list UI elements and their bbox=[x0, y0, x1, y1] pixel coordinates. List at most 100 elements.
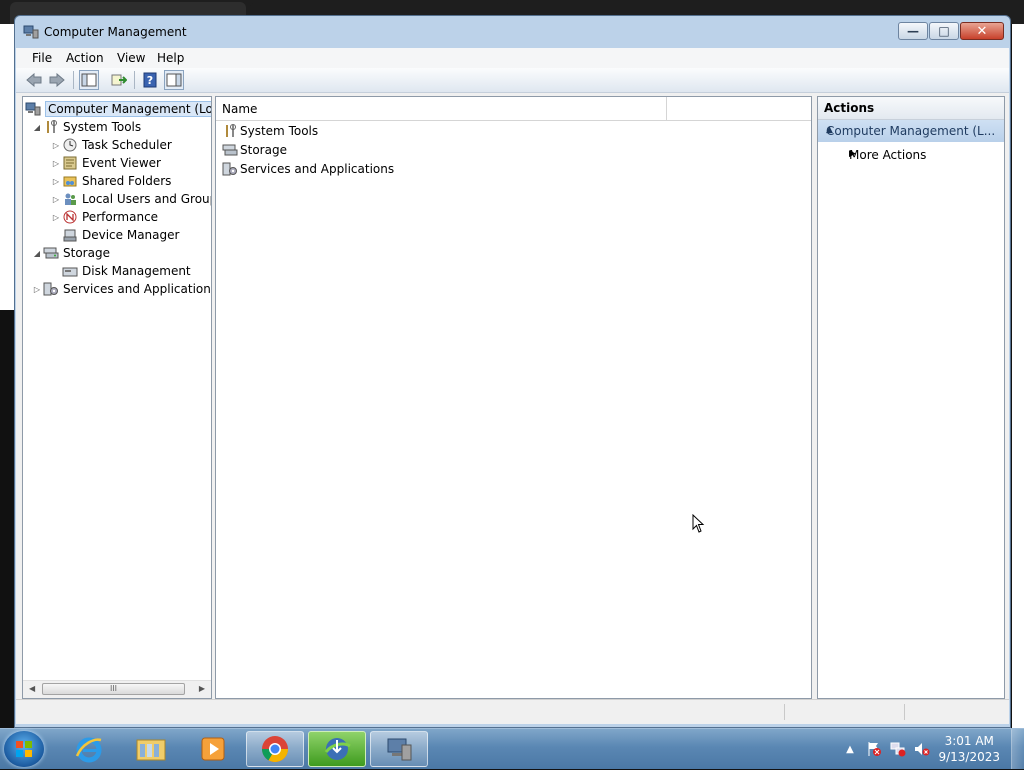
collapse-icon[interactable]: ◢ bbox=[31, 249, 43, 258]
svg-text:?: ? bbox=[147, 74, 153, 87]
status-bar bbox=[16, 699, 1009, 724]
column-divider[interactable] bbox=[666, 97, 667, 120]
expand-icon[interactable]: ▷ bbox=[50, 177, 62, 186]
taskbar-windows-explorer[interactable] bbox=[122, 731, 180, 767]
collapse-up-icon[interactable]: ▲ bbox=[826, 125, 998, 135]
menu-file[interactable]: File bbox=[32, 51, 52, 65]
help-button[interactable]: ? bbox=[140, 70, 160, 90]
download-manager-icon bbox=[324, 738, 351, 760]
menu-action[interactable]: Action bbox=[66, 51, 104, 65]
expand-icon[interactable]: ▷ bbox=[50, 195, 62, 204]
background-left-dark bbox=[0, 310, 14, 728]
forward-button[interactable] bbox=[47, 70, 67, 90]
start-button[interactable] bbox=[4, 731, 44, 767]
more-actions-item[interactable]: More Actions ▶ bbox=[818, 145, 1004, 165]
taskbar-media-player[interactable] bbox=[184, 731, 242, 767]
forward-arrow-icon bbox=[49, 73, 65, 87]
list-item-label: System Tools bbox=[240, 124, 319, 138]
tree-label: Shared Folders bbox=[82, 174, 172, 188]
folder-icon bbox=[136, 739, 166, 761]
tree-item-storage[interactable]: ◢ Storage bbox=[31, 244, 110, 262]
tree-item-disk-management[interactable]: Disk Management bbox=[50, 262, 191, 280]
tree-item-local-users-groups[interactable]: ▷ Local Users and Groups bbox=[50, 190, 211, 208]
show-desktop-button[interactable] bbox=[1011, 729, 1024, 769]
tree-label: Storage bbox=[63, 246, 110, 260]
actions-pane: Actions Computer Management (L... ▲ More… bbox=[817, 96, 1005, 699]
system-tools-icon bbox=[43, 120, 59, 134]
system-tray: ▲ 3:01 AM 9/13/2023 bbox=[824, 729, 1024, 769]
submenu-arrow-icon: ▶ bbox=[849, 149, 856, 159]
taskbar: ▲ 3:01 AM 9/13/2023 bbox=[0, 728, 1024, 769]
taskbar-internet-explorer[interactable] bbox=[60, 731, 118, 767]
export-list-icon bbox=[111, 74, 127, 86]
tree-item-computer-management[interactable]: Computer Management (Local bbox=[25, 100, 211, 118]
console-tree: Computer Management (Local ◢ System Tool… bbox=[22, 96, 212, 699]
close-button[interactable]: ✕ bbox=[960, 22, 1004, 40]
tree-item-performance[interactable]: ▷ Performance bbox=[50, 208, 158, 226]
background-right-edge bbox=[1012, 24, 1024, 728]
scroll-right-icon[interactable]: ▶ bbox=[199, 684, 205, 693]
show-hide-action-pane-button[interactable] bbox=[164, 70, 184, 90]
services-applications-icon bbox=[222, 162, 238, 176]
tree-label: Disk Management bbox=[82, 264, 191, 278]
expand-icon[interactable]: ▷ bbox=[50, 159, 62, 168]
show-hidden-icons[interactable]: ▲ bbox=[842, 741, 858, 757]
minimize-button[interactable]: — bbox=[898, 22, 928, 40]
maximize-button[interactable]: □ bbox=[929, 22, 959, 40]
tree-label: Services and Applications bbox=[63, 282, 212, 296]
expand-icon[interactable]: ▷ bbox=[50, 141, 62, 150]
scroll-thumb[interactable]: III bbox=[42, 683, 185, 695]
tree-horizontal-scrollbar[interactable]: ◀ III ▶ bbox=[23, 680, 211, 698]
network-icon[interactable] bbox=[890, 741, 906, 757]
tree-item-device-manager[interactable]: Device Manager bbox=[50, 226, 179, 244]
expand-icon[interactable]: ▷ bbox=[31, 285, 43, 294]
show-hide-console-tree-button[interactable] bbox=[79, 70, 99, 90]
expand-icon[interactable]: ▷ bbox=[50, 213, 62, 222]
actions-section-computer-management[interactable]: Computer Management (L... ▲ bbox=[818, 120, 1004, 142]
tree-item-shared-folders[interactable]: ▷ Shared Folders bbox=[50, 172, 171, 190]
clock-date: 9/13/2023 bbox=[938, 750, 1000, 764]
actions-title: Actions bbox=[824, 101, 875, 115]
taskbar-computer-management[interactable] bbox=[370, 731, 428, 767]
system-tools-icon bbox=[222, 124, 238, 138]
list-item-storage[interactable]: Storage bbox=[222, 141, 287, 159]
tree-label: Event Viewer bbox=[82, 156, 161, 170]
action-center-icon[interactable] bbox=[866, 741, 882, 757]
tree-item-task-scheduler[interactable]: ▷ Task Scheduler bbox=[50, 136, 172, 154]
list-item-label: Services and Applications bbox=[240, 162, 395, 176]
results-pane: Name System Tools Storage Services and A… bbox=[215, 96, 812, 699]
back-button[interactable] bbox=[24, 70, 44, 90]
collapse-icon[interactable]: ◢ bbox=[31, 123, 43, 132]
toolbar-separator bbox=[73, 71, 74, 89]
tree-item-event-viewer[interactable]: ▷ Event Viewer bbox=[50, 154, 161, 172]
computer-management-icon bbox=[25, 102, 41, 116]
event-viewer-icon bbox=[62, 156, 78, 170]
menu-help[interactable]: Help bbox=[157, 51, 184, 65]
menu-bar: File Action View Help bbox=[16, 48, 1009, 68]
column-header-name[interactable]: Name bbox=[222, 102, 257, 116]
back-arrow-icon bbox=[26, 73, 42, 87]
actions-header: Actions bbox=[818, 97, 1004, 120]
scroll-left-icon[interactable]: ◀ bbox=[29, 684, 35, 693]
list-item-system-tools[interactable]: System Tools bbox=[222, 122, 318, 140]
taskbar-chrome[interactable] bbox=[246, 731, 304, 767]
title-bar[interactable]: Computer Management — □ ✕ bbox=[15, 16, 1010, 48]
computer-management-icon bbox=[23, 25, 39, 39]
export-list-button[interactable] bbox=[109, 70, 129, 90]
list-item-services-applications[interactable]: Services and Applications bbox=[222, 160, 394, 178]
content-area: Computer Management (Local ◢ System Tool… bbox=[16, 93, 1009, 699]
tree-item-system-tools[interactable]: ◢ System Tools bbox=[31, 118, 141, 136]
volume-muted-icon[interactable] bbox=[914, 741, 930, 757]
help-icon: ? bbox=[143, 72, 157, 88]
computer-management-window: Computer Management — □ ✕ File Action Vi… bbox=[14, 15, 1011, 728]
clock[interactable]: 3:01 AM 9/13/2023 bbox=[938, 733, 1000, 765]
minimize-icon: — bbox=[907, 24, 919, 38]
storage-icon bbox=[222, 143, 238, 157]
action-pane-icon bbox=[166, 73, 182, 87]
window-title: Computer Management bbox=[44, 25, 187, 39]
windows-logo-icon bbox=[16, 741, 32, 757]
tree-label: Performance bbox=[82, 210, 159, 224]
tree-item-services-applications[interactable]: ▷ Services and Applications bbox=[31, 280, 212, 298]
taskbar-download-manager[interactable] bbox=[308, 731, 366, 767]
menu-view[interactable]: View bbox=[117, 51, 145, 65]
